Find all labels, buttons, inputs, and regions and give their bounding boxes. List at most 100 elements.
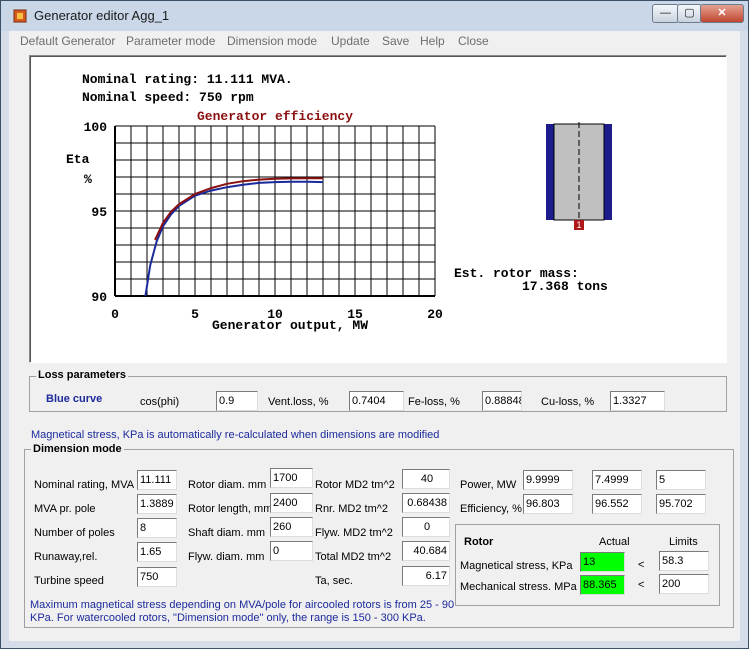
total-md2-field[interactable]: 40.684 xyxy=(402,541,450,561)
mva-pole-field[interactable]: 1.3889 xyxy=(137,494,177,514)
y-tick-label: 95 xyxy=(91,205,107,220)
mva-pole-label: MVA pr. pole xyxy=(34,503,96,515)
cosphi-field[interactable]: 0.9 xyxy=(216,391,258,411)
vent-loss-field[interactable]: 0.7404 xyxy=(349,391,404,411)
dimension-mode-title: Dimension mode xyxy=(31,443,124,455)
poles-field[interactable]: 8 xyxy=(137,518,177,538)
efficiency-field-3[interactable]: 95.702 xyxy=(656,494,706,514)
y-tick-label: 90 xyxy=(91,290,107,305)
generator-editor-window: Generator editor Agg_1 — ▢ ✕ Default Gen… xyxy=(0,0,749,649)
magnetical-stress-actual: 13 xyxy=(580,552,625,572)
fe-loss-label: Fe-loss, % xyxy=(408,396,460,408)
menu-default-generator[interactable]: Default Generator xyxy=(20,34,115,48)
y-axis-unit: % xyxy=(84,172,92,187)
cu-loss-field[interactable]: 1.3327 xyxy=(610,391,665,411)
efficiency-label: Efficiency, % xyxy=(460,503,522,515)
shaft-diam-field[interactable]: 260 xyxy=(270,517,313,537)
rotor-diam-field[interactable]: 1700 xyxy=(270,468,313,488)
speed-text: Nominal speed: 750 rpm xyxy=(82,90,254,105)
x-tick-label: 15 xyxy=(347,307,363,322)
rotor-group: Rotor Actual Limits Magnetical stress, K… xyxy=(455,524,720,606)
ta-label: Ta, sec. xyxy=(315,575,353,587)
mechanical-stress-label: Mechanical stress. MPa xyxy=(460,581,577,593)
blue-curve-label: Blue curve xyxy=(46,393,103,405)
red-efficiency-curve xyxy=(154,177,323,241)
magnetical-less-than: < xyxy=(638,559,645,571)
cu-loss-label: Cu-loss, % xyxy=(541,396,595,408)
rotor-diagram: 1 xyxy=(546,122,612,230)
turbine-speed-field[interactable]: 750 xyxy=(137,567,177,587)
menu-dimension-mode[interactable]: Dimension mode xyxy=(227,34,317,48)
plot-panel: Nominal rating: 11.111 MVA. Nominal spee… xyxy=(29,55,727,363)
rating-text: Nominal rating: 11.111 MVA. xyxy=(82,72,293,87)
limits-header: Limits xyxy=(669,536,698,548)
flyw-md2-label: Flyw. MD2 tm^2 xyxy=(315,527,393,539)
y-axis-label: Eta xyxy=(66,152,90,167)
flyw-md2-field[interactable]: 0 xyxy=(402,517,450,537)
menu-save[interactable]: Save xyxy=(382,34,409,48)
ta-field[interactable]: 6.17 xyxy=(402,566,450,586)
rotor-diam-label: Rotor diam. mm xyxy=(188,479,267,491)
power-field-3[interactable]: 5 xyxy=(656,470,706,490)
rotor-mass-value: 17.368 tons xyxy=(522,279,608,294)
x-tick-label: 0 xyxy=(111,307,119,322)
turbine-speed-label: Turbine speed xyxy=(34,575,104,587)
menu-update[interactable]: Update xyxy=(331,34,370,48)
nominal-rating-label: Nominal rating, MVA xyxy=(34,479,135,491)
maximize-button[interactable]: ▢ xyxy=(677,4,702,23)
minimize-button[interactable]: — xyxy=(652,4,679,23)
stress-note-line1: Maximum magnetical stress depending on M… xyxy=(30,599,455,611)
cosphi-label: cos(phi) xyxy=(140,396,180,408)
rotor-left-side xyxy=(546,124,554,220)
menu-close[interactable]: Close xyxy=(458,34,489,48)
efficiency-field-2[interactable]: 96.552 xyxy=(592,494,642,514)
power-field-2[interactable]: 7.4999 xyxy=(592,470,642,490)
magnetical-stress-limit[interactable]: 58.3 xyxy=(659,551,709,571)
rotor-length-label: Rotor length, mm xyxy=(188,503,273,515)
mechanical-stress-limit[interactable]: 200 xyxy=(659,574,709,594)
poles-label: Number of poles xyxy=(34,527,115,539)
x-axis-label: Generator output, MW xyxy=(212,318,368,333)
stress-note-line2: KPa. For watercooled rotors, "Dimension … xyxy=(30,612,426,624)
nominal-rating-field[interactable]: 11.111 xyxy=(137,470,177,490)
flyw-diam-label: Flyw. diam. mm xyxy=(188,551,265,563)
rnr-md2-label: Rnr. MD2 tm^2 xyxy=(315,503,389,515)
menu-parameter-mode[interactable]: Parameter mode xyxy=(126,34,215,48)
efficiency-field-1[interactable]: 96.803 xyxy=(523,494,573,514)
flyw-diam-field[interactable]: 0 xyxy=(270,541,313,561)
y-tick-label: 100 xyxy=(84,120,108,135)
dimension-note: Magnetical stress, KPa is automatically … xyxy=(31,429,440,441)
rotor-length-field[interactable]: 2400 xyxy=(270,493,313,513)
fe-loss-field[interactable]: 0.88848 xyxy=(482,391,522,411)
actual-header: Actual xyxy=(599,536,630,548)
rotor-badge: 1 xyxy=(576,220,581,230)
menu-help[interactable]: Help xyxy=(420,34,445,48)
window-title: Generator editor Agg_1 xyxy=(34,8,170,23)
vent-loss-label: Vent.loss, % xyxy=(268,396,329,408)
title-bar[interactable]: Generator editor Agg_1 — ▢ ✕ xyxy=(1,1,748,31)
runaway-label: Runaway,rel. xyxy=(34,551,98,563)
client-area: Nominal rating: 11.111 MVA. Nominal spee… xyxy=(9,51,740,641)
loss-parameters-title: Loss parameters xyxy=(36,369,129,381)
rotor-md2-field[interactable]: 40 xyxy=(402,469,450,489)
efficiency-chart: Generator efficiency Eta% Generator output… xyxy=(66,109,443,333)
app-icon xyxy=(13,9,27,23)
loss-parameters-group: Loss parameters Blue curve cos(phi) 0.9 … xyxy=(29,369,727,412)
mechanical-less-than: < xyxy=(638,579,645,591)
menu-bar: Default Generator Parameter mode Dimensi… xyxy=(9,31,740,51)
power-label: Power, MW xyxy=(460,479,517,491)
shaft-diam-label: Shaft diam. mm xyxy=(188,527,266,539)
dimension-mode-group: Dimension mode Nominal rating, MVA 11.11… xyxy=(24,443,734,628)
x-tick-label: 20 xyxy=(427,307,443,322)
rnr-md2-field[interactable]: 0.68438 xyxy=(402,493,450,513)
total-md2-label: Total MD2 tm^2 xyxy=(315,551,392,563)
rotor-md2-label: Rotor MD2 tm^2 xyxy=(315,479,395,491)
x-tick-label: 5 xyxy=(191,307,199,322)
rotor-right-side xyxy=(604,124,612,220)
runaway-field[interactable]: 1.65 xyxy=(137,542,177,562)
close-button[interactable]: ✕ xyxy=(700,4,744,23)
chart-title: Generator efficiency xyxy=(197,109,353,124)
x-tick-label: 10 xyxy=(267,307,283,322)
power-field-1[interactable]: 9.9999 xyxy=(523,470,573,490)
mechanical-stress-actual: 88.365 xyxy=(580,575,625,595)
